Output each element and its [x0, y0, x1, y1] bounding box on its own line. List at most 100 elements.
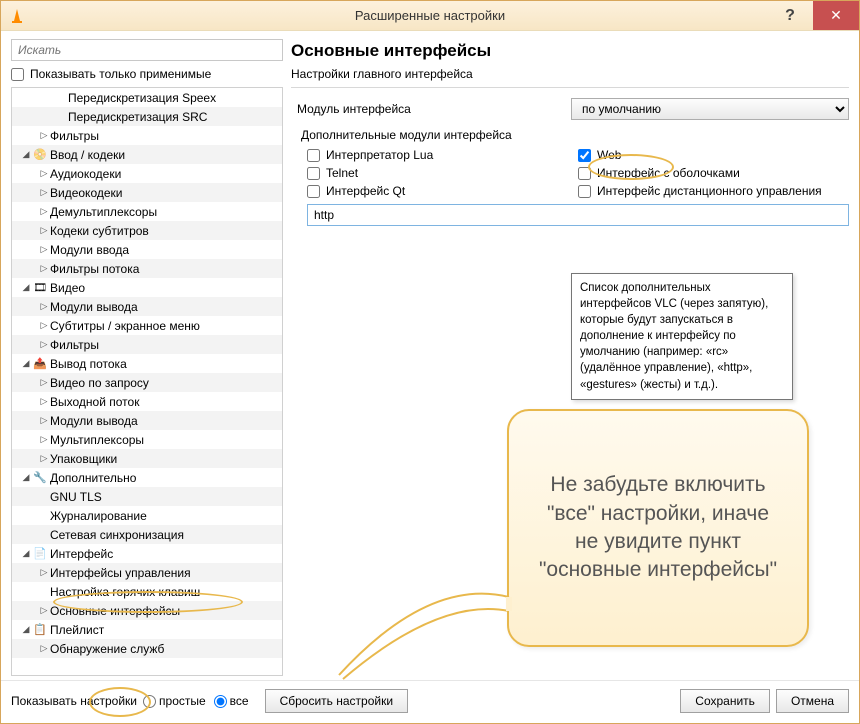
collapse-icon[interactable]: ◢ — [20, 624, 32, 635]
expand-icon[interactable]: ▷ — [38, 301, 50, 312]
tree-item-label: GNU TLS — [50, 490, 102, 504]
tree-item[interactable]: Настройка горячих клавиш — [12, 582, 282, 601]
expand-icon[interactable]: ▷ — [38, 206, 50, 217]
tree-item[interactable]: ▷Модули вывода — [12, 411, 282, 430]
reset-button[interactable]: Сбросить настройки — [265, 689, 408, 713]
expand-icon[interactable]: ▷ — [38, 434, 50, 445]
tree-item-label: Фильтры — [50, 338, 99, 352]
expand-icon[interactable]: ▷ — [38, 187, 50, 198]
tree-item[interactable]: ▷Видео по запросу — [12, 373, 282, 392]
tree-item-label: Выходной поток — [50, 395, 139, 409]
category-tree[interactable]: Передискретизация Speex Передискретизация… — [11, 87, 283, 676]
tree-item[interactable]: ◢🔧Дополнительно — [12, 468, 282, 487]
save-button[interactable]: Сохранить — [680, 689, 770, 713]
tree-item[interactable]: ▷Аудиокодеки — [12, 164, 282, 183]
search-input[interactable] — [11, 39, 283, 61]
tree-item-label: Модули вывода — [50, 300, 138, 314]
check-remote[interactable]: Интерфейс дистанционного управления — [578, 184, 849, 198]
tooltip: Список дополнительных интерфейсов VLC (ч… — [571, 273, 793, 400]
tree-item[interactable]: ▷Демультиплексоры — [12, 202, 282, 221]
show-settings-label: Показывать настройки — [11, 694, 137, 708]
check-telnet[interactable]: Telnet — [307, 166, 578, 180]
show-only-applicable[interactable]: Показывать только применимые — [11, 61, 283, 87]
tree-item-label: Фильтры — [50, 129, 99, 143]
tree-item-label: Интерфейс — [50, 547, 113, 561]
only-applicable-label: Показывать только применимые — [30, 67, 211, 81]
vlc-icon — [9, 8, 25, 24]
tree-item-label: Видео по запросу — [50, 376, 149, 390]
tree-item-label: Интерфейсы управления — [50, 566, 191, 580]
right-panel: Основные интерфейсы Настройки главного и… — [291, 39, 849, 676]
extra-interfaces-input[interactable] — [307, 204, 849, 226]
tree-item[interactable]: GNU TLS — [12, 487, 282, 506]
tree-item-label: Обнаружение служб — [50, 642, 164, 656]
expand-icon[interactable]: ▷ — [38, 453, 50, 464]
titlebar: Расширенные настройки ? ✕ — [1, 1, 859, 31]
tree-item[interactable]: ▷Кодеки субтитров — [12, 221, 282, 240]
tree-item[interactable]: ◢📤Вывод потока — [12, 354, 282, 373]
interface-module-select[interactable]: по умолчанию — [571, 98, 849, 120]
tree-item[interactable]: ▷Основные интерфейсы — [12, 601, 282, 620]
expand-icon[interactable]: ▷ — [38, 225, 50, 236]
check-web[interactable]: Web — [578, 148, 849, 162]
expand-icon[interactable]: ▷ — [38, 263, 50, 274]
radio-all[interactable]: все — [214, 694, 249, 708]
expand-icon[interactable]: ▷ — [38, 339, 50, 350]
collapse-icon[interactable]: ◢ — [20, 282, 32, 293]
help-button[interactable]: ? — [767, 1, 813, 30]
tree-item-label: Субтитры / экранное меню — [50, 319, 200, 333]
check-qt[interactable]: Интерфейс Qt — [307, 184, 578, 198]
tree-item-label: Передискретизация SRC — [68, 110, 207, 124]
tree-item[interactable]: ▷Выходной поток — [12, 392, 282, 411]
tree-item[interactable]: Журналирование — [12, 506, 282, 525]
tree-item[interactable]: ◢🎞Видео — [12, 278, 282, 297]
collapse-icon[interactable]: ◢ — [20, 472, 32, 483]
cancel-button[interactable]: Отмена — [776, 689, 849, 713]
tree-item-label: Передискретизация Speex — [68, 91, 216, 105]
expand-icon[interactable]: ▷ — [38, 605, 50, 616]
expand-icon[interactable]: ▷ — [38, 567, 50, 578]
tree-item[interactable]: ▷Модули вывода — [12, 297, 282, 316]
only-applicable-checkbox[interactable] — [11, 68, 24, 81]
tree-item-label: Модули вывода — [50, 414, 138, 428]
playlist-icon: 📋 — [32, 623, 48, 637]
tree-item[interactable]: ▷Фильтры — [12, 335, 282, 354]
expand-icon[interactable]: ▷ — [38, 377, 50, 388]
collapse-icon[interactable]: ◢ — [20, 358, 32, 369]
video-icon: 🎞 — [32, 281, 48, 295]
tree-item-label: Кодеки субтитров — [50, 224, 149, 238]
tree-item[interactable]: Передискретизация Speex — [12, 88, 282, 107]
collapse-icon[interactable]: ◢ — [20, 548, 32, 559]
page-subtitle: Настройки главного интерфейса — [291, 67, 849, 81]
close-button[interactable]: ✕ — [813, 1, 859, 30]
expand-icon[interactable]: ▷ — [38, 168, 50, 179]
tree-item[interactable]: ▷Интерфейсы управления — [12, 563, 282, 582]
tree-item[interactable]: ▷Модули ввода — [12, 240, 282, 259]
expand-icon[interactable]: ▷ — [38, 320, 50, 331]
tree-item[interactable]: ▷Обнаружение служб — [12, 639, 282, 658]
tree-item[interactable]: ▷Фильтры — [12, 126, 282, 145]
left-panel: Показывать только применимые Передискрет… — [11, 39, 283, 676]
expand-icon[interactable]: ▷ — [38, 415, 50, 426]
collapse-icon[interactable]: ◢ — [20, 149, 32, 160]
window-title: Расширенные настройки — [355, 8, 505, 23]
tree-item[interactable]: ▷Видеокодеки — [12, 183, 282, 202]
tree-item[interactable]: ◢📄Интерфейс — [12, 544, 282, 563]
expand-icon[interactable]: ▷ — [38, 396, 50, 407]
tree-item[interactable]: ▷Мультиплексоры — [12, 430, 282, 449]
check-lua[interactable]: Интерпретатор Lua — [307, 148, 578, 162]
callout-tail — [319, 567, 519, 687]
expand-icon[interactable]: ▷ — [38, 244, 50, 255]
check-skins[interactable]: Интерфейс с оболочками — [578, 166, 849, 180]
tree-item[interactable]: ▷Фильтры потока — [12, 259, 282, 278]
stream-icon: 📤 — [32, 357, 48, 371]
tree-item[interactable]: Сетевая синхронизация — [12, 525, 282, 544]
tree-item[interactable]: ◢📋Плейлист — [12, 620, 282, 639]
tree-item[interactable]: ▷Субтитры / экранное меню — [12, 316, 282, 335]
expand-icon[interactable]: ▷ — [38, 130, 50, 141]
tree-item[interactable]: Передискретизация SRC — [12, 107, 282, 126]
expand-icon[interactable]: ▷ — [38, 643, 50, 654]
tree-item[interactable]: ◢📀Ввод / кодеки — [12, 145, 282, 164]
radio-simple[interactable]: простые — [143, 694, 206, 708]
tree-item[interactable]: ▷Упаковщики — [12, 449, 282, 468]
